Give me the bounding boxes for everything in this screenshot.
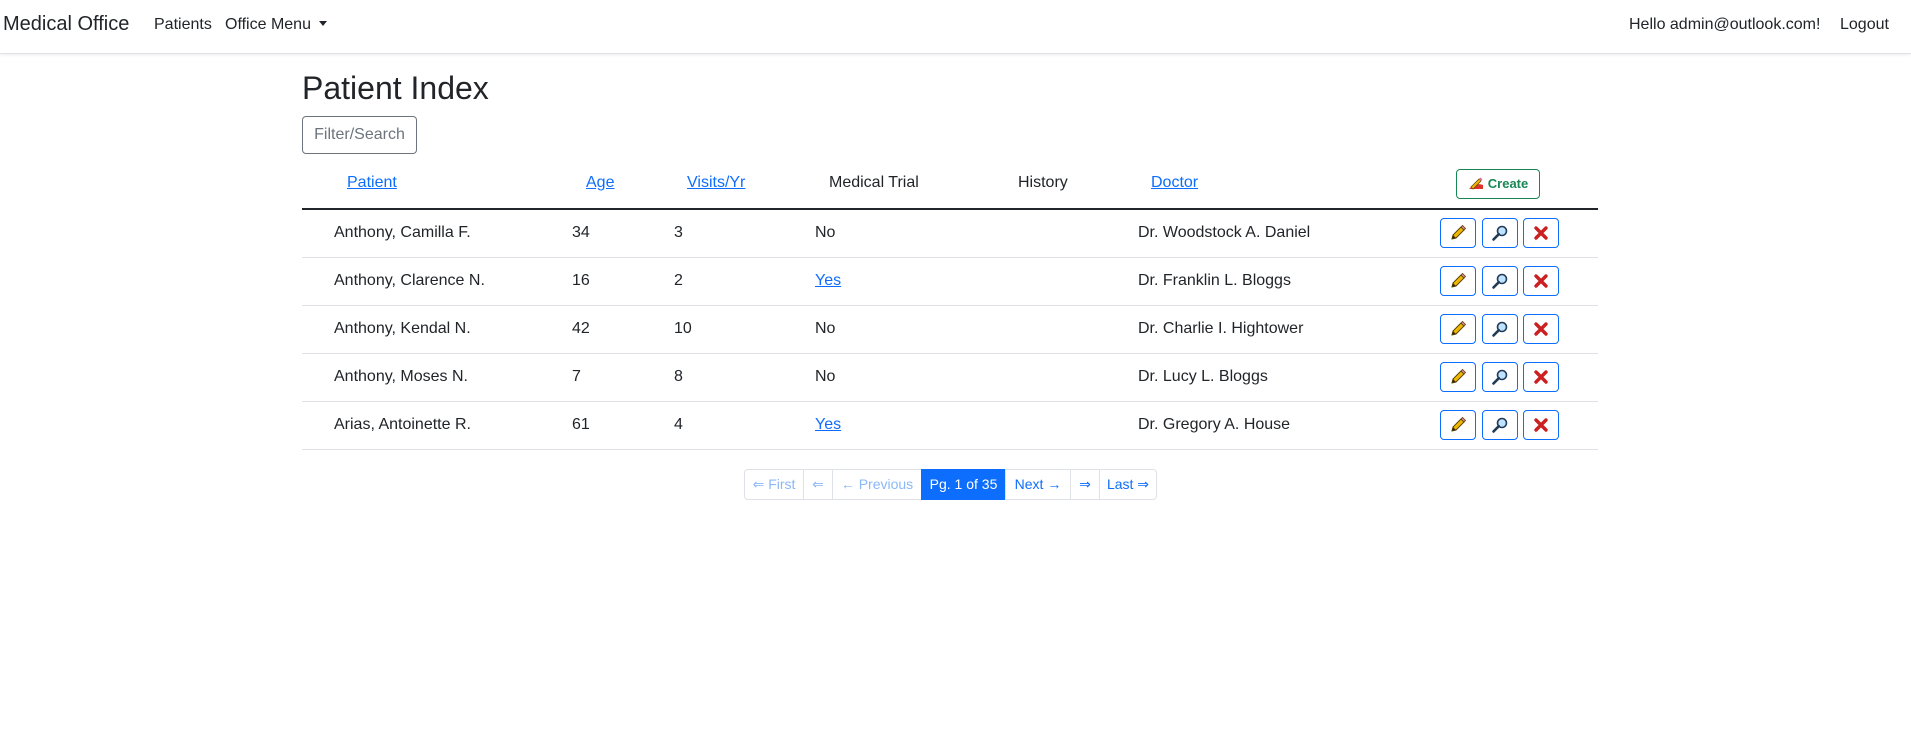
cell-medical-trial: No <box>815 320 836 337</box>
pencil-icon <box>1449 320 1467 338</box>
pager-previous-button[interactable]: ← Previous <box>832 469 922 500</box>
cell-age: 16 <box>572 272 590 289</box>
create-button[interactable]: Create <box>1456 169 1540 199</box>
history-header: History <box>1018 174 1068 191</box>
delete-button[interactable] <box>1523 314 1559 344</box>
table-row: Anthony, Kendal N. 42 10 No Dr. Charlie I. H… <box>302 306 1598 354</box>
sort-patient-header[interactable]: Patient <box>347 174 397 192</box>
cell-patient: Anthony, Camilla F. <box>334 224 471 241</box>
user-greeting: Hello admin@outlook.com! <box>1629 16 1821 33</box>
magnifier-icon <box>1491 368 1509 386</box>
cell-medical-trial: No <box>815 368 836 385</box>
delete-button[interactable] <box>1523 218 1559 248</box>
pencil-icon <box>1449 272 1467 290</box>
cell-doctor: Dr. Lucy L. Bloggs <box>1138 368 1268 385</box>
cell-doctor: Dr. Franklin L. Bloggs <box>1138 272 1291 289</box>
chevron-down-icon <box>318 21 327 26</box>
pager-next-arrow-button[interactable]: ⇒ <box>1070 469 1100 500</box>
sort-age-header[interactable]: Age <box>586 174 614 192</box>
red-x-icon <box>1533 321 1549 337</box>
filter-search-button[interactable]: Filter/Search <box>302 116 417 154</box>
edit-button[interactable] <box>1440 218 1476 248</box>
logout-link[interactable]: Logout <box>1840 16 1889 34</box>
cell-age: 7 <box>572 368 581 385</box>
edit-button[interactable] <box>1440 266 1476 296</box>
edit-button[interactable] <box>1440 314 1476 344</box>
cell-visits: 3 <box>674 224 683 241</box>
brand-link[interactable]: Medical Office <box>3 13 129 36</box>
create-pen-icon <box>1468 177 1483 190</box>
table-row: Anthony, Camilla F. 34 3 No Dr. Woodstock A.… <box>302 210 1598 258</box>
pencil-icon <box>1449 224 1467 242</box>
pager-last-button[interactable]: Last ⇒ <box>1099 469 1157 500</box>
cell-medical-trial: No <box>815 224 836 241</box>
magnifier-icon <box>1491 272 1509 290</box>
pencil-icon <box>1449 368 1467 386</box>
details-button[interactable] <box>1482 362 1518 392</box>
magnifier-icon <box>1491 416 1509 434</box>
cell-patient: Anthony, Clarence N. <box>334 272 485 289</box>
cell-doctor: Dr. Woodstock A. Daniel <box>1138 224 1311 241</box>
page-title: Patient Index <box>302 70 489 106</box>
nav-patients-link[interactable]: Patients <box>154 16 212 34</box>
cell-doctor: Dr. Charlie I. Hightower <box>1138 320 1304 337</box>
delete-button[interactable] <box>1523 410 1559 440</box>
patient-table: Patient Age Visits/Yr Medical Trial Hist… <box>302 160 1598 450</box>
sort-doctor-header[interactable]: Doctor <box>1151 174 1198 192</box>
pager-current-page[interactable]: Pg. 1 of 35 <box>921 469 1006 500</box>
magnifier-icon <box>1491 224 1509 242</box>
red-x-icon <box>1533 417 1549 433</box>
pencil-icon <box>1449 416 1467 434</box>
table-body: Anthony, Camilla F. 34 3 No Dr. Woodstock A.… <box>302 210 1598 450</box>
table-row: Arias, Antoinette R. 61 4 Yes Dr. Gregory A.… <box>302 402 1598 450</box>
delete-button[interactable] <box>1523 362 1559 392</box>
red-x-icon <box>1533 369 1549 385</box>
office-menu-label: Office Menu <box>225 16 311 33</box>
cell-visits: 10 <box>674 320 692 337</box>
cell-medical-trial[interactable]: Yes <box>815 416 841 434</box>
cell-patient: Anthony, Kendal N. <box>334 320 471 337</box>
magnifier-icon <box>1491 320 1509 338</box>
cell-visits: 4 <box>674 416 683 433</box>
edit-button[interactable] <box>1440 362 1476 392</box>
table-row: Anthony, Moses N. 7 8 No Dr. Lucy L. Bloggs <box>302 354 1598 402</box>
cell-visits: 2 <box>674 272 683 289</box>
pager-first-button[interactable]: ⇐ First <box>744 469 804 500</box>
red-x-icon <box>1533 273 1549 289</box>
pager-next-button[interactable]: Next → <box>1005 469 1071 500</box>
details-button[interactable] <box>1482 266 1518 296</box>
cell-doctor: Dr. Gregory A. House <box>1138 416 1291 433</box>
create-label: Create <box>1487 176 1529 191</box>
table-header: Patient Age Visits/Yr Medical Trial Hist… <box>302 160 1598 210</box>
cell-patient: Arias, Antoinette R. <box>334 416 471 433</box>
cell-medical-trial[interactable]: Yes <box>815 272 841 290</box>
cell-visits: 8 <box>674 368 683 385</box>
table-row: Anthony, Clarence N. 16 2 Yes Dr. Franklin L… <box>302 258 1598 306</box>
edit-button[interactable] <box>1440 410 1476 440</box>
pager-prev-arrow-button[interactable]: ⇐ <box>803 469 833 500</box>
top-navbar: Medical Office Patients Office Menu Hell… <box>0 0 1911 54</box>
details-button[interactable] <box>1482 218 1518 248</box>
medical-trial-header: Medical Trial <box>829 174 919 191</box>
details-button[interactable] <box>1482 314 1518 344</box>
details-button[interactable] <box>1482 410 1518 440</box>
sort-visits-header[interactable]: Visits/Yr <box>687 174 745 192</box>
cell-patient: Anthony, Moses N. <box>334 368 468 385</box>
cell-age: 34 <box>572 224 590 241</box>
red-x-icon <box>1533 225 1549 241</box>
delete-button[interactable] <box>1523 266 1559 296</box>
cell-age: 42 <box>572 320 590 337</box>
cell-age: 61 <box>572 416 590 433</box>
nav-office-menu-dropdown[interactable]: Office Menu <box>225 16 327 34</box>
